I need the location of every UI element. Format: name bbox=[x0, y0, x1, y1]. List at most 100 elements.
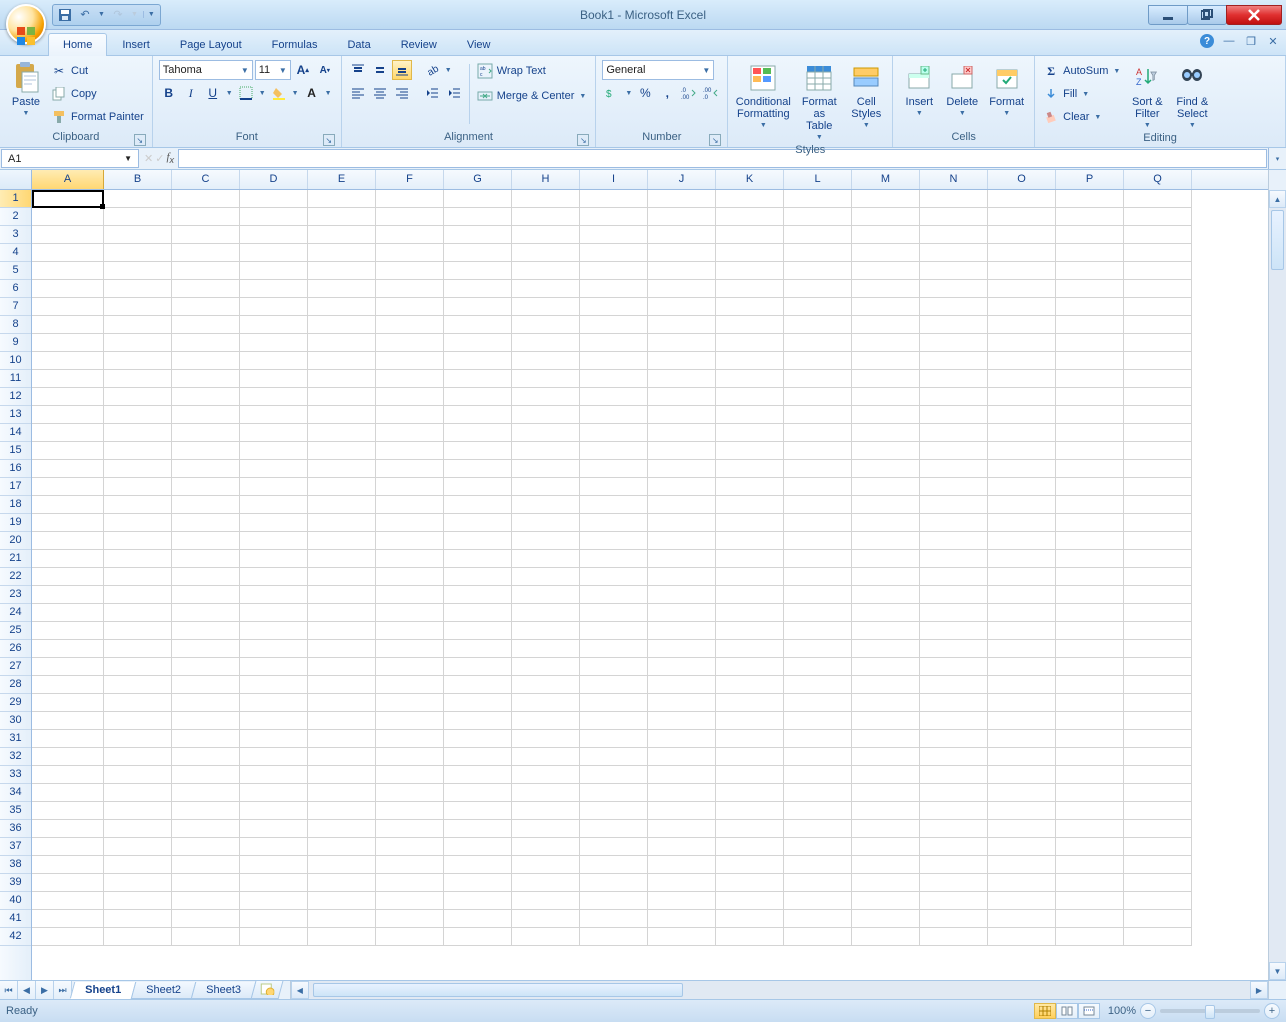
percent-button[interactable]: % bbox=[635, 83, 655, 103]
cell[interactable] bbox=[512, 370, 580, 388]
cell[interactable] bbox=[988, 478, 1056, 496]
cell[interactable] bbox=[512, 838, 580, 856]
cell[interactable] bbox=[1056, 712, 1124, 730]
cell[interactable] bbox=[580, 244, 648, 262]
cell[interactable] bbox=[512, 802, 580, 820]
cell[interactable] bbox=[172, 748, 240, 766]
cell[interactable] bbox=[1056, 442, 1124, 460]
cell[interactable] bbox=[716, 280, 784, 298]
cell[interactable] bbox=[308, 226, 376, 244]
cell[interactable] bbox=[444, 352, 512, 370]
cell[interactable] bbox=[988, 388, 1056, 406]
cell[interactable] bbox=[512, 622, 580, 640]
cell[interactable] bbox=[444, 658, 512, 676]
cell[interactable] bbox=[920, 856, 988, 874]
cell[interactable] bbox=[988, 892, 1056, 910]
font-color-dropdown-icon[interactable]: ▼ bbox=[324, 90, 333, 97]
cell[interactable] bbox=[376, 190, 444, 208]
cell[interactable] bbox=[376, 676, 444, 694]
cell[interactable] bbox=[716, 244, 784, 262]
cell[interactable] bbox=[308, 604, 376, 622]
cell[interactable] bbox=[104, 316, 172, 334]
cell[interactable] bbox=[648, 820, 716, 838]
number-format-combo[interactable]: General▼ bbox=[602, 60, 714, 80]
cell[interactable] bbox=[784, 658, 852, 676]
cell[interactable] bbox=[784, 874, 852, 892]
cell[interactable] bbox=[920, 478, 988, 496]
cell[interactable] bbox=[1124, 424, 1192, 442]
cell[interactable] bbox=[648, 478, 716, 496]
cell[interactable] bbox=[240, 388, 308, 406]
cell[interactable] bbox=[172, 676, 240, 694]
cell[interactable] bbox=[1124, 370, 1192, 388]
cell[interactable] bbox=[32, 712, 104, 730]
cell[interactable] bbox=[852, 280, 920, 298]
accounting-format-button[interactable]: $ bbox=[602, 83, 622, 103]
cell[interactable] bbox=[784, 460, 852, 478]
cell[interactable] bbox=[308, 532, 376, 550]
cell[interactable] bbox=[104, 910, 172, 928]
cell[interactable] bbox=[852, 910, 920, 928]
cell[interactable] bbox=[512, 460, 580, 478]
cell[interactable] bbox=[648, 586, 716, 604]
row-header[interactable]: 2 bbox=[0, 208, 31, 226]
cell[interactable] bbox=[1056, 532, 1124, 550]
cell[interactable] bbox=[580, 424, 648, 442]
cell[interactable] bbox=[32, 874, 104, 892]
cell[interactable] bbox=[648, 370, 716, 388]
cell[interactable] bbox=[240, 748, 308, 766]
cell[interactable] bbox=[104, 460, 172, 478]
cell[interactable] bbox=[716, 766, 784, 784]
cell[interactable] bbox=[920, 370, 988, 388]
cell[interactable] bbox=[308, 406, 376, 424]
cell[interactable] bbox=[308, 568, 376, 586]
cell[interactable] bbox=[376, 640, 444, 658]
cell[interactable] bbox=[376, 712, 444, 730]
cell[interactable] bbox=[32, 226, 104, 244]
align-right-button[interactable] bbox=[392, 83, 412, 103]
tab-home[interactable]: Home bbox=[48, 33, 107, 56]
cell[interactable] bbox=[1056, 370, 1124, 388]
cell[interactable] bbox=[308, 208, 376, 226]
scroll-left-icon[interactable]: ◀ bbox=[291, 981, 309, 999]
cell[interactable] bbox=[852, 640, 920, 658]
cell[interactable] bbox=[784, 334, 852, 352]
cell[interactable] bbox=[444, 244, 512, 262]
cell[interactable] bbox=[1056, 856, 1124, 874]
cell[interactable] bbox=[1124, 784, 1192, 802]
cell[interactable] bbox=[1124, 766, 1192, 784]
cell[interactable] bbox=[104, 280, 172, 298]
cell[interactable] bbox=[444, 226, 512, 244]
cell-styles-button[interactable]: Cell Styles▼ bbox=[846, 60, 886, 132]
cell[interactable] bbox=[784, 550, 852, 568]
scroll-right-icon[interactable]: ▶ bbox=[1250, 981, 1268, 999]
cell[interactable] bbox=[852, 928, 920, 946]
chevron-down-icon[interactable]: ▼ bbox=[124, 154, 132, 163]
cell[interactable] bbox=[920, 496, 988, 514]
cell[interactable] bbox=[1124, 910, 1192, 928]
cell[interactable] bbox=[32, 928, 104, 946]
cell[interactable] bbox=[784, 532, 852, 550]
cell[interactable] bbox=[172, 694, 240, 712]
cell[interactable] bbox=[580, 712, 648, 730]
cell[interactable] bbox=[444, 856, 512, 874]
cell[interactable] bbox=[1124, 676, 1192, 694]
cell[interactable] bbox=[1124, 514, 1192, 532]
cell[interactable] bbox=[172, 658, 240, 676]
cell[interactable] bbox=[240, 694, 308, 712]
cell[interactable] bbox=[716, 874, 784, 892]
cell[interactable] bbox=[1124, 892, 1192, 910]
cell[interactable] bbox=[920, 406, 988, 424]
column-header[interactable]: O bbox=[988, 170, 1056, 189]
cell[interactable] bbox=[716, 928, 784, 946]
cell[interactable] bbox=[444, 316, 512, 334]
cell[interactable] bbox=[512, 316, 580, 334]
cell[interactable] bbox=[648, 640, 716, 658]
cell-grid[interactable] bbox=[32, 190, 1268, 980]
cell[interactable] bbox=[648, 658, 716, 676]
cell[interactable] bbox=[32, 514, 104, 532]
column-header[interactable]: E bbox=[308, 170, 376, 189]
cell[interactable] bbox=[852, 586, 920, 604]
cell[interactable] bbox=[240, 352, 308, 370]
cell[interactable] bbox=[784, 280, 852, 298]
